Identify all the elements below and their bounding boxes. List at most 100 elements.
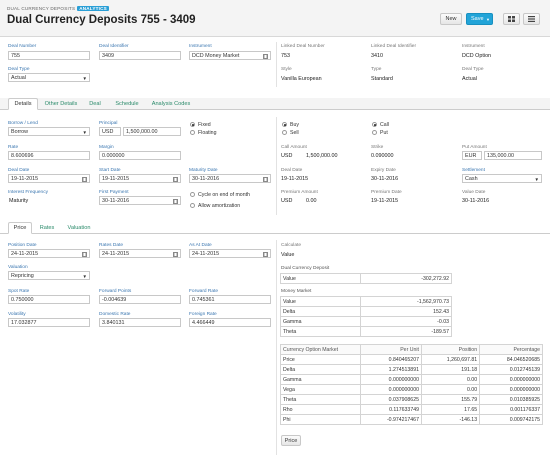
- tab-valuation[interactable]: Valuation: [62, 222, 96, 234]
- price-button[interactable]: Price: [281, 435, 301, 446]
- linked-deal-identifier-label: Linked Deal Identifier: [371, 44, 417, 49]
- tab-price[interactable]: Price: [8, 222, 32, 234]
- tab-other-details[interactable]: Other Details: [41, 98, 81, 110]
- save-button[interactable]: Save ▼: [466, 13, 493, 25]
- put-amount-currency-field[interactable]: EUR: [462, 151, 482, 160]
- money-market-table: Value -1,562,970.73 Delta 152.43 Gamma -0.0…: [280, 296, 452, 337]
- chevron-down-icon[interactable]: ▼: [486, 17, 490, 22]
- menu-icon[interactable]: [523, 13, 540, 25]
- new-button[interactable]: New: [440, 13, 462, 25]
- rate-field[interactable]: 8.600696: [8, 151, 90, 160]
- linked-deal-number-label: Linked Deal Number: [281, 44, 325, 49]
- style-label: Style: [281, 67, 292, 72]
- premium-date-label: Premium Date: [371, 190, 402, 195]
- tab-details[interactable]: Details: [8, 98, 38, 110]
- allow-amortization-checkbox[interactable]: [190, 203, 195, 208]
- row-label: Gamma: [280, 374, 361, 385]
- row-label: Theta: [280, 394, 361, 405]
- domestic-rate-field[interactable]: 3.840131: [99, 318, 181, 327]
- margin-label: Margin: [99, 145, 114, 150]
- calendar-icon[interactable]: [263, 251, 268, 257]
- grid-view-icon[interactable]: [503, 13, 520, 25]
- table-row: Theta -189.57: [280, 326, 452, 337]
- call-radio[interactable]: [372, 122, 377, 127]
- row-label: Price: [280, 354, 361, 365]
- principal-field[interactable]: 1,500,000.00: [123, 127, 181, 136]
- breadcrumb: DUAL CURRENCY DEPOSITS ANALYTICS: [7, 6, 109, 11]
- volatility-field[interactable]: 17.032877: [8, 318, 90, 327]
- lookup-icon[interactable]: [263, 53, 268, 59]
- foreign-rate-field[interactable]: 4.466449: [189, 318, 271, 327]
- deal-type-select[interactable]: Actual ▼: [8, 73, 90, 82]
- as-at-date-label: As At Date: [189, 243, 212, 248]
- deal-identifier-field[interactable]: 3409: [99, 51, 181, 60]
- sell-radio[interactable]: [282, 130, 287, 135]
- floating-radio[interactable]: [190, 130, 195, 135]
- call-amount-currency: USD: [281, 153, 293, 159]
- start-date-value: 19-11-2015: [102, 175, 130, 182]
- maturity-date-field[interactable]: 30-11-2016: [189, 174, 271, 183]
- floating-label: Floating: [198, 129, 217, 136]
- calendar-icon[interactable]: [82, 251, 87, 257]
- instrument-field[interactable]: DCD Money Market: [189, 51, 271, 60]
- spot-rate-field[interactable]: 0.750000: [8, 295, 90, 304]
- value-date-label: Value Date: [462, 190, 486, 195]
- table-header-row: Currency Option Market Per Unit Position…: [280, 344, 543, 355]
- breadcrumb-link[interactable]: DUAL CURRENCY DEPOSITS: [7, 6, 75, 11]
- principal-currency-field[interactable]: USD: [99, 127, 121, 136]
- linked-deal-number: 753: [281, 53, 290, 59]
- first-payment-field[interactable]: 30-11-2016: [99, 196, 181, 205]
- call-label: Call: [380, 121, 389, 128]
- table-row: Value -302,272.92: [280, 273, 452, 284]
- margin-field[interactable]: 0.000000: [99, 151, 181, 160]
- deal-date-field[interactable]: 19-11-2015: [8, 174, 90, 183]
- put-amount-label: Put Amount: [462, 145, 487, 150]
- as-at-date-field[interactable]: 24-11-2015: [189, 249, 271, 258]
- first-payment-label: First Payment: [99, 190, 129, 195]
- put-amount-field[interactable]: 135,000.00: [484, 151, 542, 160]
- put-radio[interactable]: [372, 130, 377, 135]
- linked-instrument: DCD Option: [462, 53, 492, 59]
- calendar-icon[interactable]: [173, 251, 178, 257]
- tab-deal[interactable]: Deal: [84, 98, 106, 110]
- borrow-lend-select[interactable]: Borrow ▼: [8, 127, 90, 136]
- fixed-radio[interactable]: [190, 122, 195, 127]
- spot-rate-label: Spot Rate: [8, 289, 30, 294]
- valuation-select[interactable]: Repricing ▼: [8, 271, 90, 280]
- page-title: Dual Currency Deposits 755 - 3409: [7, 14, 196, 26]
- calendar-icon[interactable]: [173, 198, 178, 204]
- deal-number-label: Deal Number: [8, 44, 37, 49]
- position-cell: 1,260,697.81: [420, 354, 481, 365]
- premium-currency: USD: [281, 198, 293, 204]
- buy-radio[interactable]: [282, 122, 287, 127]
- calendar-icon[interactable]: [82, 176, 87, 182]
- calendar-icon[interactable]: [263, 176, 268, 182]
- divider: [276, 240, 277, 455]
- row-label: Phi: [280, 414, 361, 425]
- forward-points-field[interactable]: -0.004639: [99, 295, 181, 304]
- deal-type-value: Actual: [11, 74, 26, 81]
- table-row: Price 0.840465207 1,260,697.81 84.046520685: [280, 354, 543, 365]
- sub-tabbar: Price Rates Valuation: [0, 222, 550, 234]
- settlement-select[interactable]: Cash ▼: [462, 174, 542, 183]
- domestic-rate-label: Domestic Rate: [99, 312, 131, 317]
- fixed-label: Fixed: [198, 121, 211, 128]
- tab-rates[interactable]: Rates: [36, 222, 58, 234]
- row-value: -189.57: [360, 326, 452, 337]
- forward-rate-field[interactable]: 0.745361: [189, 295, 271, 304]
- cycle-end-of-month-checkbox[interactable]: [190, 192, 195, 197]
- calendar-icon[interactable]: [173, 176, 178, 182]
- position-date-field[interactable]: 24-11-2015: [8, 249, 90, 258]
- tab-analysis-codes[interactable]: Analysis Codes: [148, 98, 194, 110]
- row-label: Delta: [280, 364, 361, 375]
- start-date-field[interactable]: 19-11-2015: [99, 174, 181, 183]
- position-date-value: 24-11-2015: [11, 250, 39, 257]
- analytics-badge[interactable]: ANALYTICS: [77, 6, 109, 11]
- foreign-rate-label: Foreign Rate: [189, 312, 217, 317]
- deal-number-field[interactable]: 755: [8, 51, 90, 60]
- tab-schedule[interactable]: Schedule: [110, 98, 144, 110]
- put-label: Put: [380, 129, 388, 136]
- type-label: Type: [371, 67, 382, 72]
- per-unit-cell: -0.974217467: [360, 414, 422, 425]
- rates-date-field[interactable]: 24-11-2015: [99, 249, 181, 258]
